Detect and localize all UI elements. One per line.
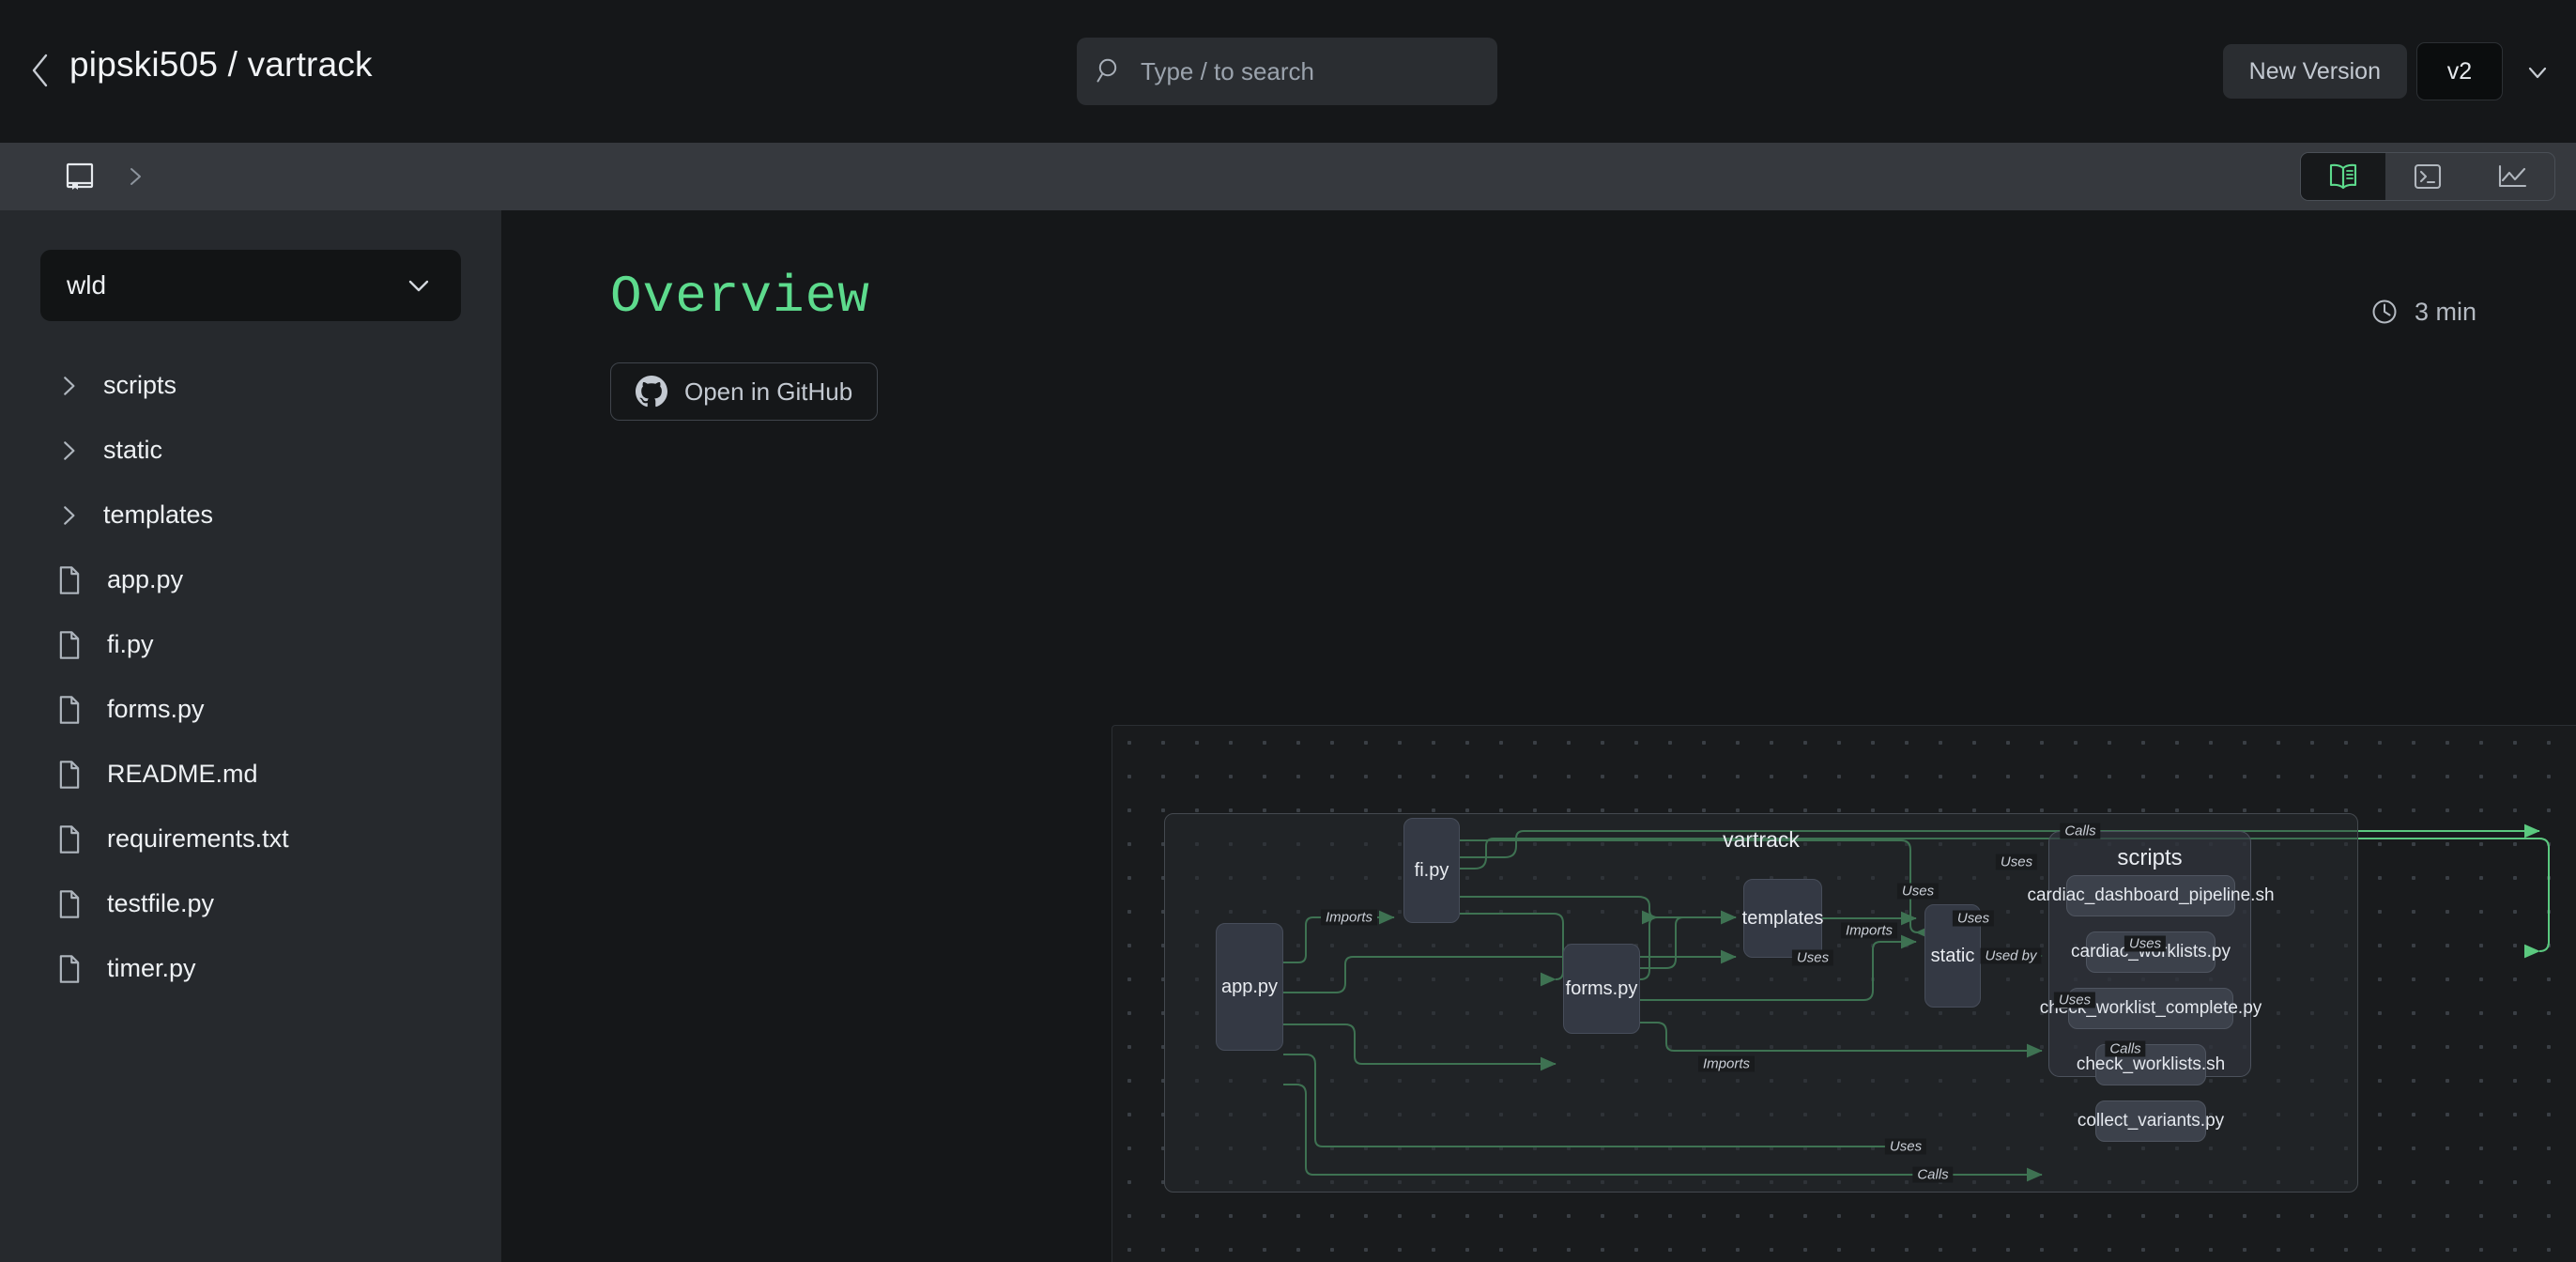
diagram-canvas: vartrack app.py fi.py forms.py templates… bbox=[1112, 726, 2576, 1262]
script-item-collect_variants-py[interactable]: collect_variants.py bbox=[2078, 1100, 2224, 1142]
diagram-edge-label: Imports bbox=[1697, 1055, 1756, 1072]
diagram-edge-label: Calls bbox=[2060, 823, 2101, 839]
diagram-node-templates[interactable]: templates bbox=[1741, 879, 1824, 958]
node-label: fi.py bbox=[1414, 859, 1449, 881]
diagram-edge-label: Calls bbox=[1912, 1166, 1954, 1183]
search-icon bbox=[1096, 58, 1117, 83]
architecture-diagram[interactable]: vartrack app.py fi.py forms.py templates… bbox=[1112, 725, 2576, 1262]
diagram-edge-label: Uses bbox=[2124, 935, 2167, 952]
sidebar-item-label: README.md bbox=[107, 760, 258, 788]
terminal-icon bbox=[2414, 163, 2442, 190]
diagram-group-scripts[interactable]: scripts cardiac_dashboard_pipeline.sh car… bbox=[2027, 831, 2275, 1142]
sidebar-item-label: scripts bbox=[103, 371, 177, 399]
diagram-edge-label: Uses bbox=[2053, 992, 2096, 1008]
diagram-node-fi[interactable]: fi.py bbox=[1403, 818, 1460, 923]
node-label: templates bbox=[1741, 907, 1824, 929]
diagram-node-forms[interactable]: forms.py bbox=[1563, 944, 1640, 1034]
breadcrumb bbox=[0, 143, 2576, 210]
file-icon bbox=[59, 889, 80, 918]
sidebar-item-static[interactable]: static bbox=[0, 418, 501, 483]
chevron-down-icon[interactable] bbox=[2523, 58, 2552, 86]
sidebar-item-testfile-py[interactable]: testfile.py bbox=[0, 871, 501, 936]
sidebar-item-requirements-txt[interactable]: requirements.txt bbox=[0, 807, 501, 871]
clock-icon bbox=[2372, 300, 2397, 324]
sidebar-item-forms-py[interactable]: forms.py bbox=[0, 677, 501, 742]
search-bar[interactable] bbox=[1077, 38, 1497, 105]
diagram-edge-label: Imports bbox=[1840, 922, 1898, 939]
file-icon bbox=[59, 695, 80, 724]
diagram-node-app[interactable]: app.py bbox=[1216, 923, 1283, 1051]
diagram-edge-label: Uses bbox=[1884, 1138, 1927, 1155]
script-item-label: collect_variants.py bbox=[2077, 1111, 2225, 1131]
new-version-button[interactable]: New Version bbox=[2222, 44, 2407, 99]
version-value: v2 bbox=[2446, 57, 2473, 85]
diagram-edge-label: Uses bbox=[1952, 910, 1995, 927]
version-selector[interactable]: v2 bbox=[2416, 42, 2503, 100]
file-icon bbox=[59, 565, 80, 594]
sidebar: wld scripts static templates app.py fi.py for… bbox=[0, 210, 501, 1262]
node-label: forms.py bbox=[1565, 977, 1638, 999]
view-mode-toggle bbox=[2300, 152, 2555, 201]
diagram-edge-label: Imports bbox=[1320, 909, 1378, 926]
sidebar-item-app-py[interactable]: app.py bbox=[0, 547, 501, 612]
sidebar-item-label: testfile.py bbox=[107, 889, 215, 917]
sidebar-item-readme-md[interactable]: README.md bbox=[0, 742, 501, 807]
sidebar-item-timer-py[interactable]: timer.py bbox=[0, 936, 501, 1001]
sidebar-item-label: fi.py bbox=[107, 630, 154, 658]
open-in-github-button[interactable]: Open in GitHub bbox=[610, 362, 879, 421]
sidebar-item-label: static bbox=[103, 436, 163, 464]
search-input[interactable] bbox=[1141, 56, 1479, 86]
file-icon bbox=[59, 630, 80, 659]
sidebar-item-templates[interactable]: templates bbox=[0, 483, 501, 547]
sidebar-item-scripts[interactable]: scripts bbox=[0, 353, 501, 418]
script-item-cardiac_dashboard_pipeline-sh[interactable]: cardiac_dashboard_pipeline.sh bbox=[2027, 875, 2275, 916]
chevron-right-icon bbox=[130, 168, 141, 185]
diagram-group-label: scripts bbox=[2117, 845, 2183, 870]
top-bar: pipski505 / vartrack New Version v2 bbox=[0, 0, 2576, 143]
diagram-edge-label: Calls bbox=[2105, 1040, 2146, 1057]
open-in-github-label: Open in GitHub bbox=[684, 377, 853, 406]
github-icon bbox=[636, 376, 667, 408]
script-item-label: cardiac_dashboard_pipeline.sh bbox=[2027, 885, 2275, 905]
sidebar-item-label: templates bbox=[103, 500, 214, 529]
chevron-right-icon bbox=[64, 376, 75, 395]
sidebar-item-label: timer.py bbox=[107, 954, 196, 982]
view-mode-analytics[interactable] bbox=[2470, 153, 2554, 200]
sidebar-item-label: forms.py bbox=[107, 695, 205, 723]
chevron-right-icon bbox=[64, 505, 75, 525]
sidebar-item-label: requirements.txt bbox=[107, 824, 289, 853]
file-icon bbox=[59, 954, 80, 983]
book-bookmark-icon[interactable] bbox=[64, 161, 96, 192]
view-mode-docs[interactable] bbox=[2301, 153, 2385, 200]
diagram-edge-label: Uses bbox=[1995, 854, 2038, 870]
read-time: 3 min bbox=[2369, 297, 2476, 327]
node-label: static bbox=[1930, 945, 1975, 966]
main-content: Overview 3 min Open in GitHub vartrack a… bbox=[501, 210, 2576, 1262]
chevron-left-icon bbox=[32, 54, 48, 87]
sidebar-item-label: app.py bbox=[107, 565, 184, 593]
book-open-icon bbox=[2329, 163, 2357, 190]
file-tree: scripts static templates app.py fi.py forms.p… bbox=[0, 353, 501, 1001]
overview-heading: Overview bbox=[610, 267, 870, 327]
read-time-text: 3 min bbox=[2414, 297, 2476, 326]
sidebar-item-fi-py[interactable]: fi.py bbox=[0, 612, 501, 677]
app-window: pipski505 / vartrack New Version v2 bbox=[0, 0, 2576, 1262]
repo-selector-label: wld bbox=[67, 270, 107, 300]
file-icon bbox=[59, 760, 80, 789]
page-title: pipski505 / vartrack bbox=[69, 45, 373, 84]
node-label: app.py bbox=[1220, 976, 1279, 997]
diagram-edge-label: Uses bbox=[1791, 949, 1834, 966]
file-icon bbox=[59, 824, 80, 854]
back-button[interactable] bbox=[21, 51, 60, 90]
repo-selector[interactable]: wld bbox=[40, 250, 461, 321]
chevron-right-icon bbox=[64, 440, 75, 460]
view-mode-terminal[interactable] bbox=[2385, 153, 2470, 200]
script-item-label: check_worklists.sh bbox=[2076, 1054, 2226, 1074]
line-chart-icon bbox=[2498, 164, 2527, 188]
diagram-edge-label: Uses bbox=[1896, 883, 1940, 900]
diagram-edge-label: Used by bbox=[1980, 947, 2042, 964]
chevron-down-icon bbox=[408, 280, 429, 292]
